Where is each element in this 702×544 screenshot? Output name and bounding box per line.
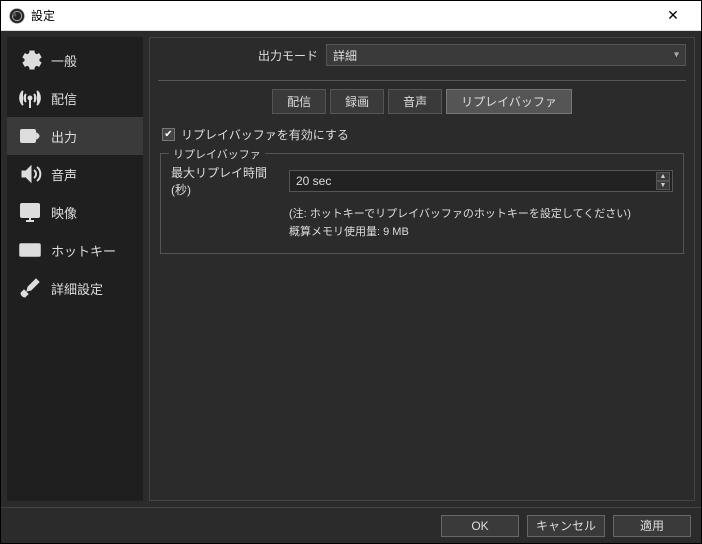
close-button[interactable]: ✕ xyxy=(653,7,693,24)
chevron-down-icon: ▾ xyxy=(674,50,679,61)
sidebar-item-label: 配信 xyxy=(51,89,77,108)
speaker-icon xyxy=(17,161,43,187)
gear-icon xyxy=(17,47,43,73)
sidebar-item-label: 出力 xyxy=(51,127,77,146)
sidebar-item-advanced[interactable]: 詳細設定 xyxy=(7,269,143,307)
tab-audio[interactable]: 音声 xyxy=(388,89,442,114)
output-icon xyxy=(17,123,43,149)
max-replay-time-row: 最大リプレイ時間 (秒) 20 sec ▲ ▼ xyxy=(171,164,673,198)
replay-note-hotkey: (注: ホットキーでリプレイバッファのホットキーを設定してください) xyxy=(289,206,673,224)
footer: OK キャンセル 適用 xyxy=(1,507,701,543)
sidebar-item-label: ホットキー xyxy=(51,241,116,260)
tab-label: リプレイバッファ xyxy=(461,95,557,109)
tools-icon xyxy=(17,275,43,301)
output-mode-row: 出力モード 詳細 ▾ xyxy=(158,44,686,66)
window-body: 一般 配信 出力 音声 映像 ホットキー xyxy=(1,31,701,507)
output-mode-value: 詳細 xyxy=(333,47,357,64)
enable-replay-checkbox[interactable]: ✔ xyxy=(162,128,175,141)
tab-replay-buffer[interactable]: リプレイバッファ xyxy=(446,89,572,114)
replay-note-memory: 概算メモリ使用量: 9 MB xyxy=(289,224,673,242)
max-replay-time-value: 20 sec xyxy=(296,174,331,188)
tab-recording[interactable]: 録画 xyxy=(330,89,384,114)
apply-button[interactable]: 適用 xyxy=(613,515,691,537)
output-mode-label: 出力モード xyxy=(158,47,318,64)
cancel-button[interactable]: キャンセル xyxy=(527,515,605,537)
settings-window: 設定 ✕ 一般 配信 出力 音声 映像 xyxy=(0,0,702,544)
sidebar-item-hotkeys[interactable]: ホットキー xyxy=(7,231,143,269)
keyboard-icon xyxy=(17,237,43,263)
sidebar-item-label: 音声 xyxy=(51,165,77,184)
sidebar-item-label: 詳細設定 xyxy=(51,279,103,298)
replay-buffer-group: リプレイバッファ 最大リプレイ時間 (秒) 20 sec ▲ ▼ (注: ホット… xyxy=(160,153,684,254)
sidebar-item-video[interactable]: 映像 xyxy=(7,193,143,231)
antenna-icon xyxy=(17,85,43,111)
sidebar-item-output[interactable]: 出力 xyxy=(7,117,143,155)
main-panel: 出力モード 詳細 ▾ 配信 録画 音声 リプレイバッファ ✔ リプレイバッファを… xyxy=(149,37,695,501)
ok-button[interactable]: OK xyxy=(441,515,519,537)
stepper-up-icon[interactable]: ▲ xyxy=(656,172,670,181)
button-label: 適用 xyxy=(640,517,664,534)
tab-label: 配信 xyxy=(287,95,311,109)
output-mode-select[interactable]: 詳細 ▾ xyxy=(326,44,686,66)
tab-streaming[interactable]: 配信 xyxy=(272,89,326,114)
replay-group-legend: リプレイバッファ xyxy=(169,146,265,162)
output-tabs: 配信 録画 音声 リプレイバッファ xyxy=(158,89,686,114)
enable-replay-label: リプレイバッファを有効にする xyxy=(181,126,349,143)
obs-logo-icon xyxy=(9,8,25,24)
tab-label: 録画 xyxy=(345,95,369,109)
sidebar-item-stream[interactable]: 配信 xyxy=(7,79,143,117)
monitor-icon xyxy=(17,199,43,225)
stepper[interactable]: ▲ ▼ xyxy=(656,172,670,190)
sidebar-item-audio[interactable]: 音声 xyxy=(7,155,143,193)
button-label: OK xyxy=(471,519,488,533)
max-replay-time-label: 最大リプレイ時間 (秒) xyxy=(171,164,281,198)
button-label: キャンセル xyxy=(536,517,596,534)
window-title: 設定 xyxy=(31,7,653,24)
max-replay-time-input[interactable]: 20 sec ▲ ▼ xyxy=(289,170,673,192)
divider xyxy=(158,80,686,81)
sidebar-item-label: 一般 xyxy=(51,51,77,70)
enable-replay-row[interactable]: ✔ リプレイバッファを有効にする xyxy=(162,126,686,143)
stepper-down-icon[interactable]: ▼ xyxy=(656,181,670,190)
titlebar: 設定 ✕ xyxy=(1,1,701,31)
replay-notes: (注: ホットキーでリプレイバッファのホットキーを設定してください) 概算メモリ… xyxy=(171,206,673,241)
sidebar-item-general[interactable]: 一般 xyxy=(7,41,143,79)
sidebar-item-label: 映像 xyxy=(51,203,77,222)
sidebar: 一般 配信 出力 音声 映像 ホットキー xyxy=(7,37,143,501)
tab-label: 音声 xyxy=(403,95,427,109)
